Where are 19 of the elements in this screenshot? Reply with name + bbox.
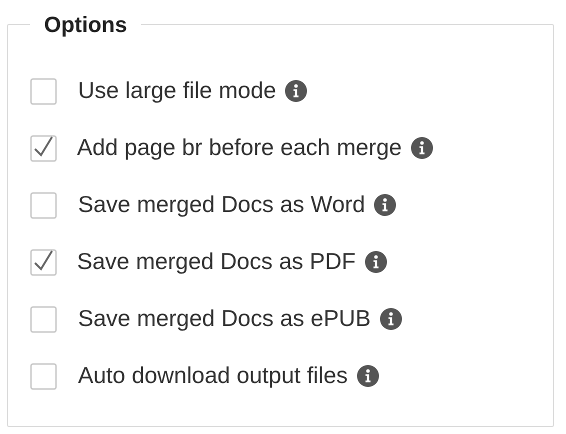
panel-title: Options [43, 11, 128, 39]
option-label: Save merged Docs as PDF [77, 247, 356, 276]
checkbox[interactable] [30, 304, 58, 332]
checkbox[interactable] [30, 76, 58, 104]
info-icon[interactable] [374, 194, 396, 216]
option-label: Save merged Docs as ePUB [78, 304, 371, 334]
option-label: Add page br before each merge [77, 133, 402, 162]
option-label: Auto download output files [78, 361, 348, 390]
checkbox[interactable] [30, 190, 58, 218]
checkbox[interactable] [30, 248, 58, 276]
option-label: Use large file mode [78, 76, 276, 106]
info-icon[interactable] [356, 364, 379, 386]
info-icon[interactable] [410, 136, 433, 158]
info-icon[interactable] [364, 250, 387, 272]
info-icon[interactable] [380, 308, 402, 330]
info-icon[interactable] [285, 80, 308, 102]
option-label: Save merged Docs as Word [78, 190, 366, 220]
checkbox[interactable] [30, 362, 58, 390]
checkbox[interactable] [30, 134, 58, 162]
